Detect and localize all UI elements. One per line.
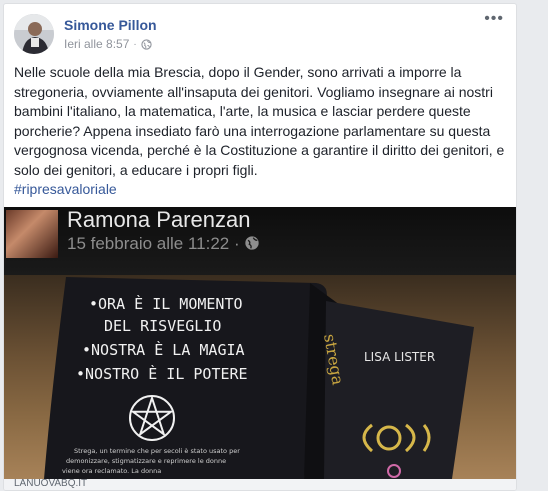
book-author: LISA LISTER <box>364 350 435 364</box>
screenshot-author-name: Ramona Parenzan <box>67 207 251 232</box>
post-body: Nelle scuole della mia Brescia, dopo il … <box>14 63 508 200</box>
book-small-text-1: Strega, un termine che per secoli è stat… <box>74 447 240 455</box>
book-small-text-2: demonizzare, stigmatizzare e reprimere l… <box>66 457 226 465</box>
post-meta: Ieri alle 8:57 · <box>64 37 152 51</box>
globe-icon[interactable] <box>141 38 152 50</box>
avatar-image <box>14 14 54 54</box>
link-source-bar[interactable]: LANUOVABQ.IT <box>4 478 516 490</box>
book-illustration: strega •ORA È IL MOMENTO DEL RISVEGLIO •… <box>44 277 474 479</box>
book-line-3: •NOSTRA È LA MAGIA <box>82 340 245 359</box>
post-card: Simone Pillon Ieri alle 8:57 · ••• Nelle… <box>3 3 517 491</box>
link-source: LANUOVABQ.IT <box>14 478 88 489</box>
screenshot-date: 15 febbraio alle 11:22 · <box>67 234 260 254</box>
shared-image[interactable]: Ramona Parenzan 15 febbraio alle 11:22 · <box>4 207 516 479</box>
book-photo: strega •ORA È IL MOMENTO DEL RISVEGLIO •… <box>4 275 516 479</box>
meta-separator: · <box>133 38 137 50</box>
book-line-1: •ORA È IL MOMENTO <box>89 294 243 313</box>
screenshot-avatar <box>6 210 58 258</box>
book-small-text-3: viene ora reclamato. La donna <box>62 467 161 475</box>
screenshot-header: Ramona Parenzan 15 febbraio alle 11:22 · <box>4 207 516 275</box>
screenshot-globe-icon <box>244 235 260 251</box>
hashtag-link[interactable]: #ripresavaloriale <box>14 181 117 197</box>
book-line-2: DEL RISVEGLIO <box>104 317 221 335</box>
post-timestamp[interactable]: Ieri alle 8:57 <box>64 37 129 51</box>
author-avatar[interactable] <box>14 14 54 54</box>
book-line-4: •NOSTRO È IL POTERE <box>76 364 248 383</box>
more-options-icon[interactable]: ••• <box>484 10 504 28</box>
post-body-text: Nelle scuole della mia Brescia, dopo il … <box>14 64 505 178</box>
screenshot-date-text: 15 febbraio alle 11:22 · <box>67 234 245 253</box>
author-name[interactable]: Simone Pillon <box>64 17 157 33</box>
